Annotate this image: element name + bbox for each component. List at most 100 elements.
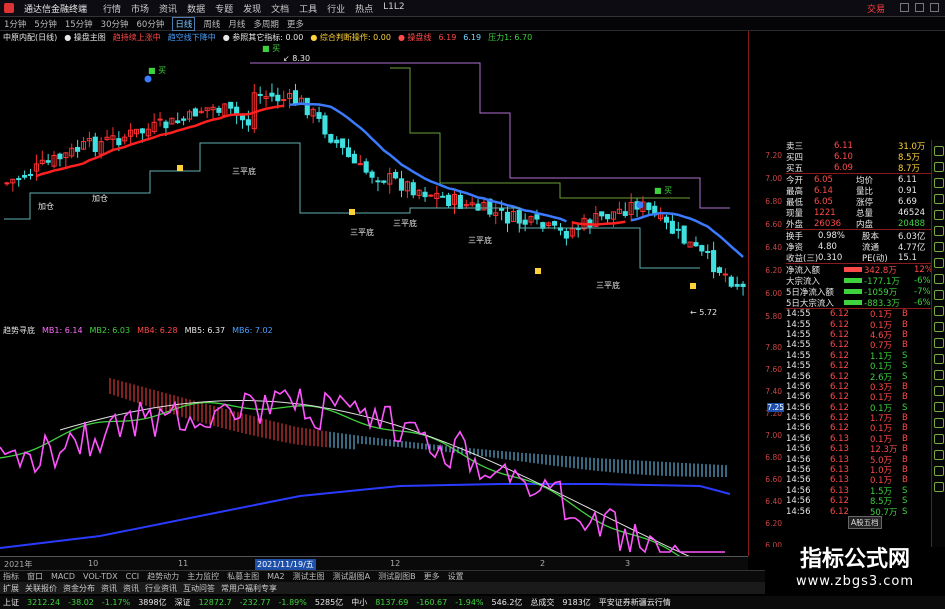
indicator-tab[interactable]: 测试主图 — [293, 571, 325, 582]
indicator-tab[interactable]: CCI — [126, 572, 140, 581]
menu-item[interactable]: 文档 — [271, 2, 289, 15]
oscillator-chart[interactable] — [0, 336, 748, 556]
period-button[interactable]: 周线 — [203, 18, 220, 30]
menu-item[interactable]: 资讯 — [159, 2, 177, 15]
indicator-tab[interactable]: 主力监控 — [187, 571, 219, 582]
toolbar-icon-10[interactable] — [933, 290, 944, 300]
indicator-tab[interactable]: 测试副图B — [378, 571, 416, 582]
info-tab[interactable]: 行业资讯 — [145, 583, 177, 594]
toolbar-icon-14[interactable] — [933, 354, 944, 364]
toolbar-icon-12[interactable] — [933, 322, 944, 332]
toolbar-icon-5[interactable] — [933, 210, 944, 220]
candle-body — [393, 171, 399, 179]
period-button[interactable]: 15分钟 — [65, 18, 93, 30]
buy-marker: ■ 买 — [654, 186, 672, 195]
indicator-tab[interactable]: 私募主图 — [227, 571, 259, 582]
indicator-tab[interactable]: MACD — [51, 572, 75, 581]
toolbar-icon-16[interactable] — [933, 386, 944, 396]
toolbar-icon-3[interactable] — [933, 178, 944, 188]
info-tab[interactable]: 资金分布 — [63, 583, 95, 594]
toolbar-icon-18[interactable] — [933, 418, 944, 428]
toolbar-icon-22[interactable] — [933, 482, 944, 492]
toolbar-icon-1[interactable] — [933, 146, 944, 156]
toolbar-icon-6[interactable] — [933, 226, 944, 236]
indicator-tab[interactable]: 更多 — [424, 571, 440, 582]
indicator-tab[interactable]: 设置 — [448, 571, 464, 582]
tick-price: 6.13 — [830, 454, 849, 465]
index-value: 8137.69 — [375, 598, 409, 607]
candle-body — [269, 92, 275, 97]
buy-marker: ■ 买 — [262, 44, 280, 53]
date-label: 2021年 — [4, 560, 33, 569]
close-icon[interactable] — [930, 3, 939, 12]
trade-menu-item[interactable]: 交易 — [867, 2, 885, 15]
info-tab[interactable]: 资讯 — [101, 583, 117, 594]
info-tab[interactable]: 常用户福利专享 — [221, 583, 277, 594]
index-name[interactable]: 上证 — [3, 597, 19, 608]
toolbar-icon-13[interactable] — [933, 338, 944, 348]
candle-body — [728, 276, 734, 287]
toolbar-icon-11[interactable] — [933, 306, 944, 316]
indicator-tab[interactable]: 趋势动力 — [147, 571, 179, 582]
indicator-tab[interactable]: 指标 — [3, 571, 19, 582]
info-tab[interactable]: 资讯 — [123, 583, 139, 594]
period-button[interactable]: 月线 — [228, 18, 245, 30]
menu-item[interactable]: 行情 — [103, 2, 121, 15]
toolbar-icon-9[interactable] — [933, 274, 944, 284]
period-button[interactable]: 多周期 — [253, 18, 279, 30]
price-tick: 5.80 — [765, 312, 782, 321]
index-name[interactable]: 中小 — [351, 597, 367, 608]
toolbar-icon-15[interactable] — [933, 370, 944, 380]
minimize-icon[interactable] — [900, 3, 909, 12]
osc-tick: 7.00 — [765, 431, 782, 440]
tick-time: 14:56 — [786, 371, 811, 382]
toolbar-icon-19[interactable] — [933, 434, 944, 444]
period-button[interactable]: 60分钟 — [137, 18, 165, 30]
period-button[interactable]: 日线 — [172, 16, 196, 31]
indicator-tab[interactable]: 测试副图A — [333, 571, 370, 582]
period-button[interactable]: 1分钟 — [4, 18, 26, 30]
candle-body — [116, 138, 122, 146]
toolbar-icon-2[interactable] — [933, 162, 944, 172]
indicator-value: 压力1: 6.70 — [488, 32, 533, 42]
indicator-tab[interactable]: 窗口 — [27, 571, 43, 582]
candle-body — [499, 208, 505, 211]
toolbar-icon-20[interactable] — [933, 450, 944, 460]
stat-value: 46524 — [898, 207, 926, 218]
toolbar-icon-8[interactable] — [933, 258, 944, 268]
index-name[interactable]: 深证 — [175, 597, 191, 608]
info-tab[interactable]: 互动问答 — [183, 583, 215, 594]
maximize-icon[interactable] — [915, 3, 924, 12]
menu-item[interactable]: 发现 — [243, 2, 261, 15]
watermark-url: www.zbgs3.com — [795, 574, 915, 589]
candlestick-chart[interactable]: ↙ 8.30← 5.72加仓加仓三平底三平底三平底三平底三平底■ 买■ 买■ 买 — [0, 43, 748, 323]
menu-item[interactable]: 专题 — [215, 2, 233, 15]
tick-time: 14:56 — [786, 413, 811, 424]
toolbar-icon-4[interactable] — [933, 194, 944, 204]
index-value: 12872.7 — [198, 598, 232, 607]
stat-label: PE(动) — [862, 253, 888, 264]
toolbar-icon-21[interactable] — [933, 466, 944, 476]
quote-row: 今开 6.05 均价 6.11 — [786, 174, 931, 186]
period-button[interactable]: 5分钟 — [34, 18, 56, 30]
toolbar-icon-7[interactable] — [933, 242, 944, 252]
indicator-tab[interactable]: MA2 — [267, 572, 284, 581]
tick-price: 6.12 — [830, 319, 849, 330]
candle-body — [711, 250, 717, 273]
period-button[interactable]: 更多 — [287, 18, 304, 30]
menu-item[interactable]: 工具 — [299, 2, 317, 15]
info-tab[interactable]: 关联报价 — [25, 583, 57, 594]
tick-price: 6.12 — [830, 402, 849, 413]
tick-side: S — [902, 496, 908, 507]
indicator-tab[interactable]: VOL-TDX — [83, 572, 118, 581]
period-button[interactable]: 30分钟 — [101, 18, 129, 30]
menu-item[interactable]: 市场 — [131, 2, 149, 15]
menu-item[interactable]: 行业 — [327, 2, 345, 15]
info-tab[interactable]: 扩展 — [3, 583, 19, 594]
candle-body — [457, 194, 463, 209]
five-level-badge[interactable]: A股五档 — [848, 516, 882, 529]
menu-item[interactable]: 热点 — [355, 2, 373, 15]
menu-item[interactable]: L1L2 — [383, 2, 404, 15]
toolbar-icon-17[interactable] — [933, 402, 944, 412]
menu-item[interactable]: 数据 — [187, 2, 205, 15]
